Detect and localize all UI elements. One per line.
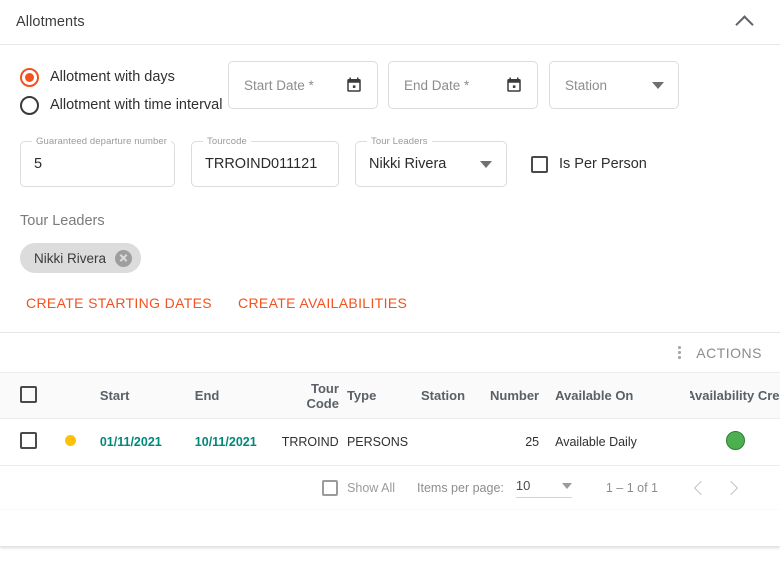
table-header-row: Start End Tour Code Type Station Number … [0,372,780,419]
create-availabilities-button[interactable]: CREATE AVAILABILITIES [238,295,407,311]
end-date-placeholder: End Date * [404,77,470,93]
close-circle-icon[interactable] [115,249,133,267]
column-header-status [65,372,92,419]
chevron-left-icon [693,480,709,496]
chip-label: Nikki Rivera [34,250,107,266]
station-select[interactable]: Station [549,61,679,109]
checkbox-unchecked-icon [531,155,548,173]
cell-availability-created [690,418,780,466]
row-status-cell [65,418,92,466]
column-header-type[interactable]: Type [340,372,409,419]
cell-type: PERSONS [340,418,409,466]
guaranteed-departure-number-value: 5 [34,156,43,172]
tour-leaders-select[interactable]: Tour Leaders Nikki Rivera [355,136,507,187]
table-header: Start End Tour Code Type Station Number … [0,372,780,419]
radio-label-time-interval: Allotment with time interval [50,97,223,113]
cell-tour-code: TRROIND0 [281,418,341,466]
actions-menu-button[interactable]: ACTIONS [696,345,762,361]
chevron-down-icon [480,160,492,168]
column-header-start[interactable]: Start [91,372,187,419]
allotments-table: Start End Tour Code Type Station Number … [0,372,780,466]
chevron-up-icon [734,14,754,34]
tour-details-row: Guaranteed departure number 5 Tourcode T… [0,119,780,187]
radio-allotment-with-days[interactable]: Allotment with days [20,63,228,91]
create-starting-dates-button[interactable]: CREATE STARTING DATES [26,295,212,311]
tourcode-field[interactable]: Tourcode TRROIND011121 [191,136,339,187]
calendar-icon[interactable] [345,76,363,94]
column-header-number[interactable]: Number [477,372,546,419]
collapse-panel-button[interactable] [732,10,756,34]
tour-leaders-value: Nikki Rivera [369,156,447,172]
cell-end: 10/11/2021 [186,418,282,466]
start-date-placeholder: Start Date * [244,77,314,93]
chevron-down-icon [561,482,572,489]
cell-available-on: Available Daily [545,418,691,466]
row-select-cell [0,418,66,466]
tour-leaders-section-title: Tour Leaders [20,213,105,229]
next-page-button[interactable] [716,473,746,503]
cell-start: 01/11/2021 [91,418,187,466]
panel-header: Allotments [0,0,780,44]
station-placeholder: Station [565,77,608,93]
select-all-checkbox[interactable] [20,385,37,403]
table-actions-bar: ACTIONS [0,333,780,372]
column-header-end[interactable]: End [186,372,282,419]
radio-unselected-icon [20,95,39,115]
status-badge-created [725,431,745,450]
tour-leaders-label: Tour Leaders [367,136,432,147]
allotments-card: Allotments Allotment with days Allotment… [0,0,780,547]
column-header-station[interactable]: Station [408,372,478,419]
chip[interactable]: Nikki Rivera [20,243,142,273]
guaranteed-departure-number-field[interactable]: Guaranteed departure number 5 [20,136,175,187]
chevron-down-icon [652,81,664,89]
tour-leaders-chip-list: Nikki Rivera [0,229,780,273]
items-per-page-label: Items per page: [417,481,504,495]
end-date-link[interactable]: 10/11/2021 [187,435,257,449]
calendar-icon[interactable] [505,76,523,94]
allotment-type-radio-group: Allotment with days Allotment with time … [0,61,228,119]
table-paginator: Show All Items per page: 10 1 – 1 of 1 [0,466,780,510]
table-row[interactable]: 01/11/2021 10/11/2021 TRROIND0 PERSONS 2… [0,418,780,466]
show-all-checkbox[interactable] [322,480,339,496]
card-bottom-spacer [0,510,780,547]
row-checkbox[interactable] [20,432,37,449]
guaranteed-departure-number-label: Guaranteed departure number [32,136,172,147]
radio-selected-icon [20,67,39,87]
column-header-availability-created[interactable]: Availability Created [690,372,780,419]
chevron-right-icon [723,480,739,496]
start-date-link[interactable]: 01/11/2021 [92,435,162,449]
previous-page-button[interactable] [686,473,716,503]
column-header-select [0,372,66,419]
allotment-type-and-filters-row: Allotment with days Allotment with time … [0,45,780,119]
tourcode-label: Tourcode [203,136,251,147]
start-date-field[interactable]: Start Date * [228,61,378,109]
is-per-person-label: Is Per Person [559,156,647,172]
show-all-label: Show All [347,481,396,495]
kebab-menu-icon[interactable] [671,344,687,362]
end-date-field[interactable]: End Date * [388,61,538,109]
radio-dot [25,72,34,82]
items-per-page-select[interactable]: 10 [515,478,572,498]
action-links: CREATE STARTING DATES CREATE AVAILABILIT… [0,273,780,311]
pagination-range-label: 1 – 1 of 1 [605,481,658,495]
tourcode-value: TRROIND011121 [205,156,318,172]
radio-allotment-with-time-interval[interactable]: Allotment with time interval [20,91,228,119]
table-body: 01/11/2021 10/11/2021 TRROIND0 PERSONS 2… [0,418,780,466]
page-title: Allotments [16,14,85,30]
column-header-available-on[interactable]: Available On [545,372,691,419]
is-per-person-checkbox[interactable]: Is Per Person [531,155,647,173]
radio-label-days: Allotment with days [50,69,175,85]
cell-number: 25 [477,418,546,466]
column-header-tour-code[interactable]: Tour Code [281,372,341,419]
status-badge-pending [65,435,77,446]
cell-station [408,418,478,466]
items-per-page-value: 10 [515,478,531,493]
